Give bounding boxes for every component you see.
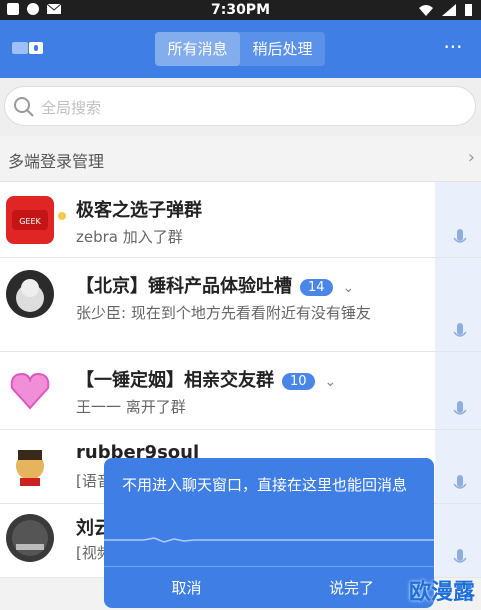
tab-all-messages[interactable]: 所有消息	[155, 32, 240, 66]
tab-later[interactable]: 稍后处理	[240, 32, 325, 66]
avatar	[6, 366, 54, 414]
conversation-preview: 王一一 离开了群	[76, 398, 186, 416]
more-icon: ···	[443, 35, 463, 59]
chevron-right-icon: ›	[467, 147, 475, 168]
message-tabs: 所有消息 稍后处理	[155, 32, 325, 66]
mic-icon[interactable]	[453, 549, 467, 567]
battery-icon	[465, 4, 472, 16]
conversation-title-text: 【北京】锤科产品体验吐槽	[76, 276, 292, 297]
chevron-down-icon[interactable]: ⌄	[325, 374, 337, 390]
avatar	[6, 270, 54, 318]
mic-icon[interactable]	[453, 229, 467, 247]
popup-message: 不用进入聊天窗口，直接在这里也能回消息	[122, 476, 408, 494]
keyboard-mic-icon	[12, 42, 43, 54]
mic-icon[interactable]	[453, 401, 467, 419]
conversation-preview: 张少臣: 现在到个地方先看看附近有没有锤友	[76, 304, 371, 322]
search-icon	[14, 97, 34, 117]
conversation-title: 极客之选子弹群	[76, 200, 202, 221]
conversation-title-text: 【一锤定姻】相亲交友群	[76, 370, 274, 391]
unread-count-badge: 14	[300, 278, 333, 296]
unread-dot-icon	[58, 212, 66, 220]
search-area: 全局搜索	[0, 78, 481, 136]
status-time: 7:30PM	[210, 2, 270, 18]
voice-reply-popup: 不用进入聊天窗口，直接在这里也能回消息 取消 说完了	[104, 458, 434, 608]
search-input[interactable]: 全局搜索	[4, 86, 476, 126]
avatar: GEEK	[6, 196, 54, 244]
more-button[interactable]: ···	[433, 32, 473, 66]
search-placeholder: 全局搜索	[41, 99, 102, 117]
svg-text:GEEK: GEEK	[19, 217, 41, 226]
watermark: 欧漫露	[408, 580, 475, 605]
conversation-row[interactable]: 【北京】锤科产品体验吐槽 14 ⌄ 张少臣: 现在到个地方先看看附近有没有锤友	[0, 258, 481, 352]
mic-icon[interactable]	[453, 475, 467, 493]
status-bar: 7:30PM	[0, 0, 481, 20]
wifi-icon	[419, 5, 433, 16]
app-header: 所有消息 稍后处理 ···	[0, 20, 481, 78]
signal-icon	[442, 4, 456, 16]
unread-count-badge: 10	[282, 372, 315, 390]
conversation-row[interactable]: GEEK 极客之选子弹群 zebra 加入了群	[0, 182, 481, 258]
cancel-button[interactable]: 取消	[104, 567, 269, 608]
conversation-title: 【北京】锤科产品体验吐槽 14 ⌄	[76, 272, 354, 298]
conversation-title: 【一锤定姻】相亲交友群 10 ⌄	[76, 366, 336, 392]
mic-icon[interactable]	[453, 323, 467, 341]
multi-device-login-row[interactable]: 多端登录管理 ›	[0, 136, 481, 182]
chevron-down-icon[interactable]: ⌄	[343, 280, 355, 296]
conversation-preview: zebra 加入了群	[76, 228, 183, 246]
waveform-icon	[104, 537, 434, 543]
avatar	[6, 442, 54, 490]
voice-mode-button[interactable]	[8, 32, 48, 66]
multi-device-label: 多端登录管理	[8, 152, 105, 171]
avatar	[6, 514, 54, 562]
conversation-row[interactable]: 【一锤定姻】相亲交友群 10 ⌄ 王一一 离开了群	[0, 352, 481, 430]
